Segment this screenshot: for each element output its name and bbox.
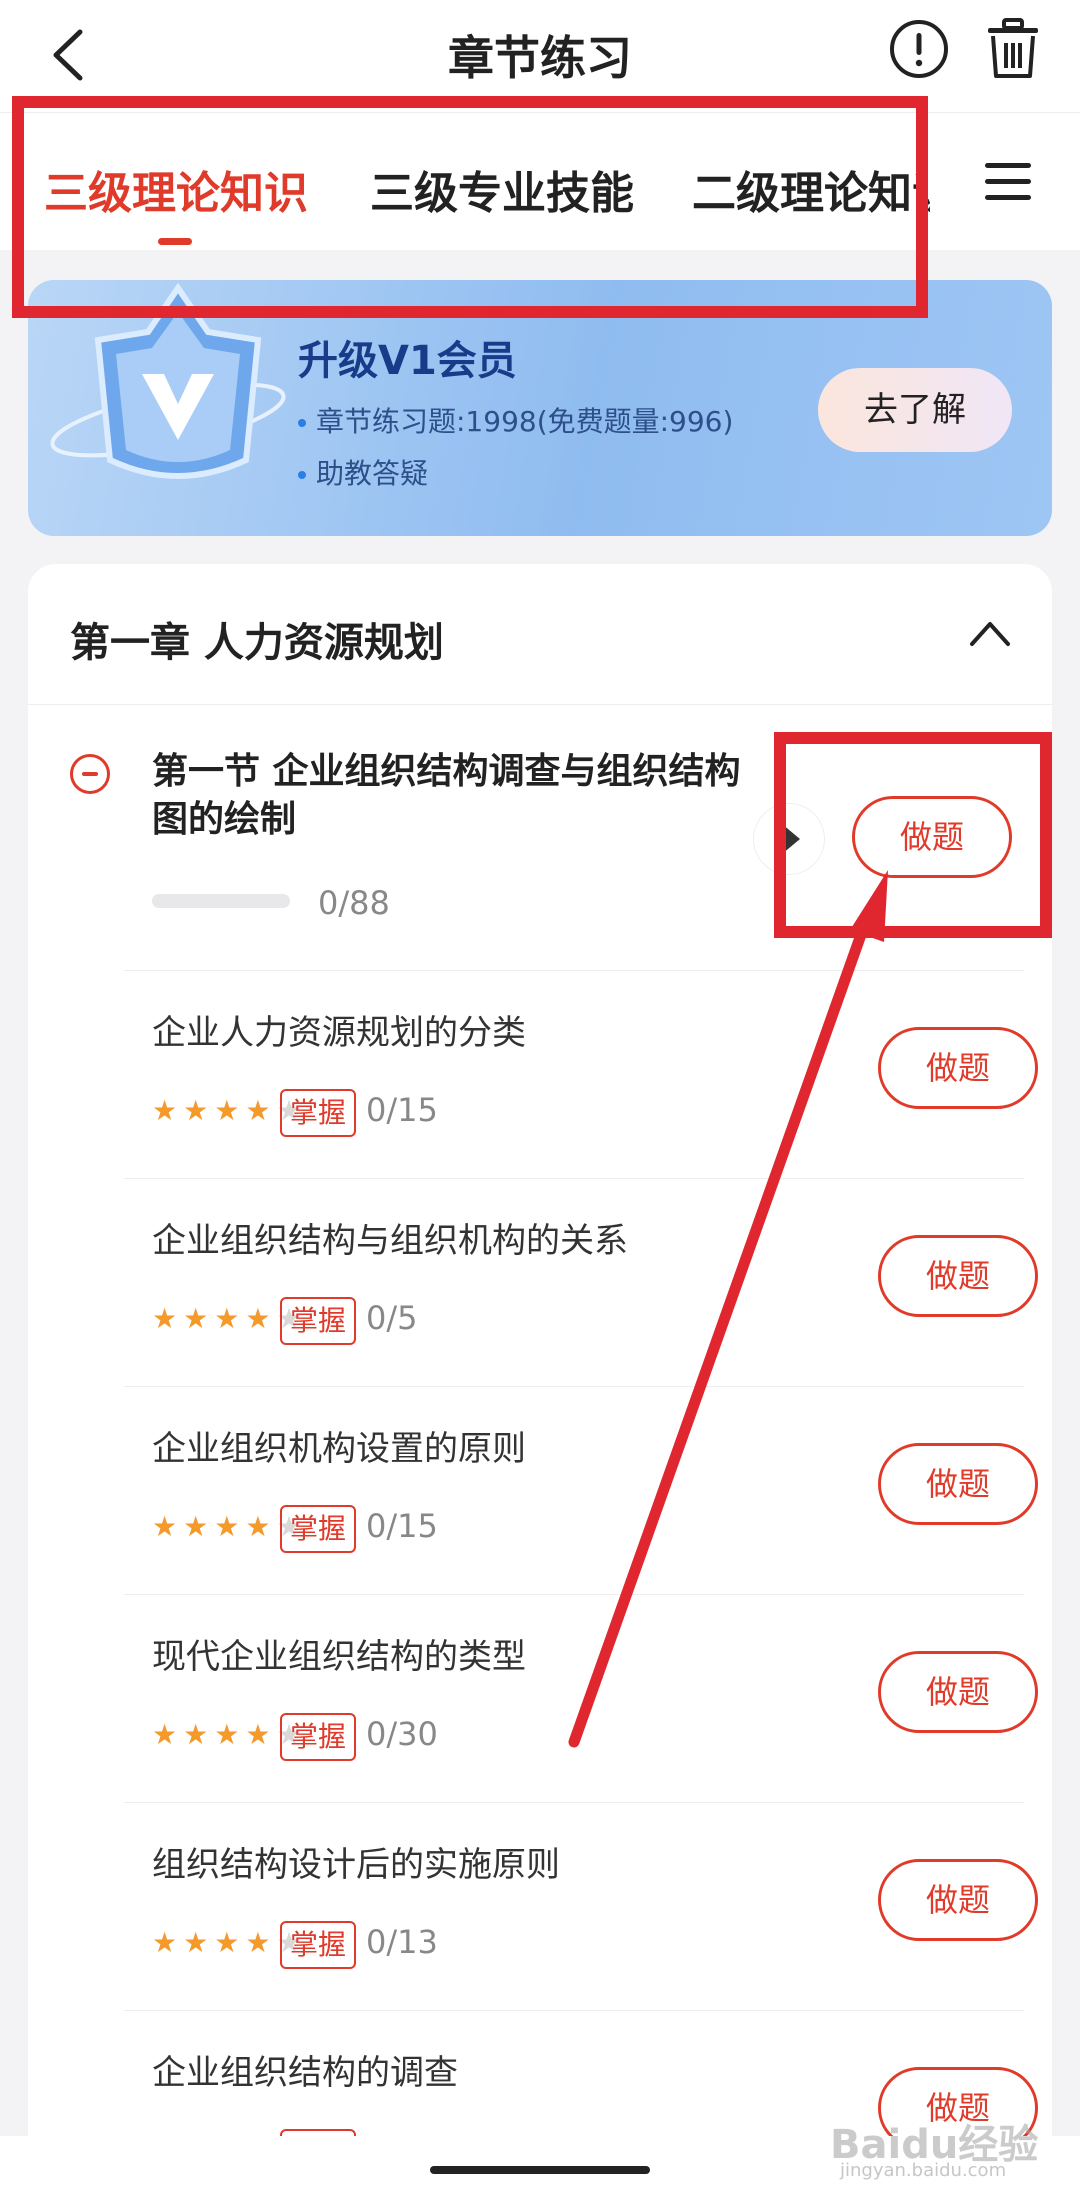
topic-title: 企业组织结构的调查: [152, 2053, 458, 2093]
topic-do-button[interactable]: 做题: [878, 1443, 1038, 1525]
topic-progress-count: 0/5: [366, 1299, 418, 1337]
topic-title: 企业组织机构设置的原则: [152, 1429, 526, 1469]
play-icon[interactable]: [754, 804, 824, 874]
vip-banner[interactable]: 升级V1会员 章节练习题:1998(免费题量:996) 助教答疑 去了解: [28, 280, 1052, 536]
star-icon: ★: [183, 1302, 209, 1335]
star-icon: ★: [214, 1510, 240, 1543]
star-icon: ★: [183, 1510, 209, 1543]
star-icon: ★: [214, 1094, 240, 1127]
menu-icon[interactable]: [985, 163, 1031, 203]
banner-bullet-tutor: 助教答疑: [298, 452, 428, 492]
trash-icon[interactable]: [980, 16, 1046, 82]
tab-level2-theory[interactable]: 二级理论知识: [692, 157, 930, 221]
star-icon: ★: [245, 1094, 271, 1127]
star-icon: ★: [152, 1718, 178, 1751]
topic-title: 企业组织结构与组织机构的关系: [152, 1221, 628, 1261]
topic-row: 组织结构设计后的实施原则 ★ ★ ★ ★ ★ 掌握 0/13 做题: [124, 1802, 1038, 2010]
star-icon: ★: [183, 1926, 209, 1959]
star-icon: ★: [152, 1094, 178, 1127]
section-progress-bar: [152, 894, 290, 908]
star-icon: ★: [152, 1302, 178, 1335]
star-icon: ★: [183, 1094, 209, 1127]
section-progress-count: 0/88: [318, 884, 390, 922]
star-icon: ★: [245, 1302, 271, 1335]
mastery-badge: 掌握: [280, 1505, 357, 1553]
star-icon: ★: [214, 1926, 240, 1959]
mastery-badge: 掌握: [280, 1089, 357, 1137]
mastery-badge: 掌握: [280, 1713, 357, 1761]
watermark-url: jingyan.baidu.com: [840, 2160, 1007, 2181]
chevron-up-icon[interactable]: [968, 616, 1012, 650]
topic-do-button[interactable]: 做题: [878, 1859, 1038, 1941]
topic-do-button[interactable]: 做题: [878, 1027, 1038, 1109]
star-icon: ★: [245, 1718, 271, 1751]
topic-progress-count: 0/15: [366, 1091, 438, 1129]
star-icon: ★: [214, 1718, 240, 1751]
star-icon: ★: [183, 1718, 209, 1751]
topic-do-button[interactable]: 做题: [878, 1651, 1038, 1733]
page: 章节练习 三级理论知识 三级专业技能 二级理论知识 升级V1会员 章节练习题:1…: [0, 0, 1080, 2206]
topic-progress-count: 0/15: [366, 1507, 438, 1545]
mastery-badge: 掌握: [280, 1921, 357, 1969]
top-bar: 章节练习: [0, 0, 1080, 112]
divider: [28, 704, 1052, 705]
topic-title: 组织结构设计后的实施原则: [152, 1845, 560, 1885]
chapter-card: 第一章 人力资源规划 第一节 企业组织结构调查与组织结构图的绘制 0/88 做题…: [28, 564, 1052, 2206]
topic-row: 企业人力资源规划的分类 ★ ★ ★ ★ ★ 掌握 0/15 做题: [124, 970, 1038, 1178]
tab-level3-skills[interactable]: 三级专业技能: [370, 157, 634, 221]
topic-row: 现代企业组织结构的类型 ★ ★ ★ ★ ★ 掌握 0/30 做题: [124, 1594, 1038, 1802]
topic-title: 现代企业组织结构的类型: [152, 1637, 526, 1677]
info-icon[interactable]: [888, 18, 950, 80]
star-icon: ★: [245, 1926, 271, 1959]
mastery-badge: 掌握: [280, 1297, 357, 1345]
banner-bullet-questions: 章节练习题:1998(免费题量:996): [298, 400, 733, 440]
vip-shield-icon: [50, 282, 286, 479]
tab-level3-theory[interactable]: 三级理论知识: [44, 157, 308, 221]
star-icon: ★: [214, 1302, 240, 1335]
category-tabs: 三级理论知识 三级专业技能 二级理论知识: [0, 112, 1080, 250]
chapter-title: 第一章 人力资源规划: [70, 620, 444, 666]
star-icon: ★: [152, 1926, 178, 1959]
topic-do-button[interactable]: 做题: [878, 1235, 1038, 1317]
collapse-section-icon[interactable]: [70, 754, 110, 794]
active-tab-indicator: [158, 238, 192, 245]
topic-row: 企业组织机构设置的原则 ★ ★ ★ ★ ★ 掌握 0/15 做题: [124, 1386, 1038, 1594]
topic-progress-count: 0/30: [366, 1715, 438, 1753]
star-icon: ★: [152, 1510, 178, 1543]
banner-title: 升级V1会员: [298, 338, 517, 384]
section-title: 第一节 企业组织结构调查与组织结构图的绘制: [152, 751, 741, 840]
tab-level2-theory-clip[interactable]: 二级理论知识: [692, 157, 930, 227]
star-icon: ★: [245, 1510, 271, 1543]
topic-row: 企业组织结构与组织机构的关系 ★ ★ ★ ★ ★ 掌握 0/5 做题: [124, 1178, 1038, 1386]
home-indicator[interactable]: [430, 2166, 650, 2174]
section-do-button[interactable]: 做题: [852, 796, 1012, 878]
learn-more-button[interactable]: 去了解: [818, 368, 1012, 452]
topic-title: 企业人力资源规划的分类: [152, 1013, 526, 1053]
topic-progress-count: 0/13: [366, 1923, 438, 1961]
